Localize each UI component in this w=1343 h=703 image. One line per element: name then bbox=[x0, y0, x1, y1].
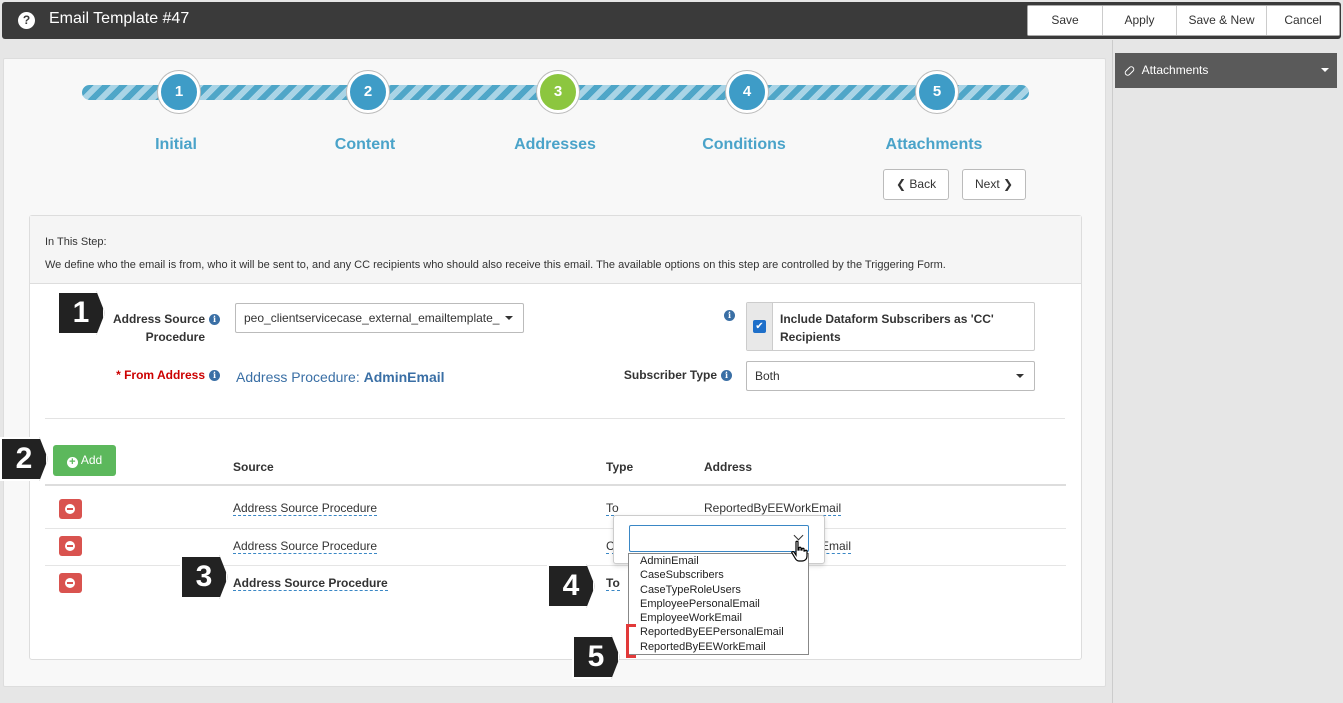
remove-row-button[interactable] bbox=[59, 499, 82, 519]
row-address[interactable]: Email bbox=[821, 539, 852, 554]
wizard-step-3-circle[interactable]: 3 bbox=[537, 71, 579, 113]
minus-circle-icon bbox=[65, 578, 75, 588]
section-divider bbox=[45, 418, 1065, 419]
callout-1: 1 bbox=[57, 291, 105, 335]
right-panel: Attachments bbox=[1112, 40, 1343, 703]
address-source-label-line1: Address Source bbox=[112, 312, 205, 326]
dropdown-option[interactable]: CaseSubscribers bbox=[629, 568, 808, 582]
callout-2: 2 bbox=[0, 437, 48, 481]
chevron-left-icon: ❮ bbox=[896, 177, 907, 191]
row-address[interactable]: ReportedByEEWorkEmail bbox=[704, 501, 842, 516]
add-button[interactable]: + Add bbox=[53, 445, 116, 476]
wizard-step-1-circle[interactable]: 1 bbox=[158, 71, 200, 113]
next-button[interactable]: Next ❯ bbox=[962, 169, 1027, 200]
wizard-step-4-circle[interactable]: 4 bbox=[726, 71, 768, 113]
highlight-bracket bbox=[626, 624, 636, 658]
subscriber-type-value: Both bbox=[755, 369, 780, 383]
save-button[interactable]: Save bbox=[1028, 6, 1103, 35]
column-header-source: Source bbox=[233, 460, 274, 474]
dropdown-option[interactable]: CaseTypeRoleUsers bbox=[629, 583, 808, 597]
row-type[interactable]: To bbox=[606, 501, 619, 516]
row-divider bbox=[45, 528, 1066, 529]
cc-checkbox[interactable]: ✔ bbox=[753, 320, 766, 333]
row-type[interactable]: To bbox=[606, 576, 620, 591]
cc-subscribers-label: Include Dataform Subscribers as 'CC' Rec… bbox=[780, 312, 994, 344]
cc-checkbox-area[interactable]: ✔ bbox=[747, 303, 773, 350]
address-source-select[interactable]: peo_clientservicecase_external_emailtemp… bbox=[235, 303, 524, 333]
column-header-address: Address bbox=[704, 460, 753, 474]
info-icon[interactable]: i bbox=[721, 370, 732, 381]
address-select[interactable] bbox=[629, 525, 809, 552]
dropdown-option[interactable]: ReportedByEEWorkEmail bbox=[629, 640, 808, 654]
next-button-label: Next bbox=[975, 177, 1000, 191]
wizard-step-2-circle[interactable]: 2 bbox=[347, 71, 389, 113]
cc-subscribers-option[interactable]: ✔ Include Dataform Subscribers as 'CC' R… bbox=[746, 302, 1035, 351]
apply-button[interactable]: Apply bbox=[1103, 6, 1177, 35]
caret-down-icon bbox=[1321, 68, 1329, 72]
dropdown-option[interactable]: AdminEmail bbox=[629, 554, 808, 568]
wizard-step-5-circle[interactable]: 5 bbox=[916, 71, 958, 113]
remove-row-button[interactable] bbox=[59, 573, 82, 593]
subscriber-type-select[interactable]: Both bbox=[746, 361, 1035, 391]
plus-circle-icon: + bbox=[66, 457, 78, 468]
caret-down-icon bbox=[505, 316, 513, 320]
chevron-down-icon bbox=[793, 530, 804, 541]
wizard-step-3-label[interactable]: Addresses bbox=[485, 136, 625, 154]
callout-3: 3 bbox=[180, 555, 228, 599]
callout-4: 4 bbox=[547, 564, 595, 608]
cancel-button[interactable]: Cancel bbox=[1267, 6, 1339, 35]
dropdown-option[interactable]: EmployeeWorkEmail bbox=[629, 611, 808, 625]
info-icon[interactable]: i bbox=[209, 370, 220, 381]
chevron-right-icon: ❯ bbox=[1003, 177, 1014, 191]
add-button-label: Add bbox=[80, 453, 103, 467]
hand-cursor-icon bbox=[791, 540, 808, 562]
wizard-step-4-label[interactable]: Conditions bbox=[674, 136, 814, 154]
toolbar: Save Apply Save & New Cancel bbox=[1027, 5, 1340, 36]
minus-circle-icon bbox=[65, 541, 75, 551]
table-header-divider bbox=[45, 484, 1066, 486]
info-icon[interactable]: i bbox=[724, 310, 735, 321]
callout-5: 5 bbox=[572, 635, 620, 679]
save-and-new-button[interactable]: Save & New bbox=[1177, 6, 1267, 35]
from-address-prefix: Address Procedure: bbox=[236, 369, 360, 385]
back-button[interactable]: ❮ Back bbox=[883, 169, 950, 200]
subscriber-type-label-text: Subscriber Type bbox=[623, 368, 717, 382]
step-info-description: We define who the email is from, who it … bbox=[45, 259, 946, 271]
title-bar: ? Email Template #47 Save Apply Save & N… bbox=[2, 2, 1341, 39]
row-source[interactable]: Address Source Procedure bbox=[233, 501, 378, 516]
attachments-panel-label: Attachments bbox=[1141, 63, 1209, 77]
dropdown-option[interactable]: EmployeePersonalEmail bbox=[629, 597, 808, 611]
address-source-label-line2: Procedure bbox=[145, 330, 205, 344]
address-source-label: Address Source i Procedure bbox=[100, 310, 220, 346]
from-address-label-text: * From Address bbox=[116, 368, 205, 382]
wizard-step-1-label[interactable]: Initial bbox=[106, 136, 246, 154]
row-source[interactable]: Address Source Procedure bbox=[233, 539, 378, 554]
subscriber-type-label: Subscriber Type i bbox=[590, 368, 732, 382]
from-address-label: * From Address i bbox=[90, 368, 220, 382]
attachments-panel-header[interactable]: Attachments bbox=[1115, 53, 1337, 88]
window-title: Email Template #47 bbox=[49, 10, 190, 27]
from-address-procedure: AdminEmail bbox=[363, 369, 445, 385]
dropdown-option[interactable]: ReportedByEEPersonalEmail bbox=[629, 625, 808, 639]
help-icon[interactable]: ? bbox=[18, 12, 35, 29]
step-info-title: In This Step: bbox=[45, 236, 107, 248]
remove-row-button[interactable] bbox=[59, 536, 82, 556]
step-info: In This Step: We define who the email is… bbox=[30, 216, 1081, 284]
address-dropdown-list: AdminEmail CaseSubscribers CaseTypeRoleU… bbox=[628, 553, 809, 655]
wizard-step-2-label[interactable]: Content bbox=[295, 136, 435, 154]
row-source[interactable]: Address Source Procedure bbox=[233, 576, 388, 591]
from-address-value[interactable]: Address Procedure: AdminEmail bbox=[236, 369, 445, 385]
minus-circle-icon bbox=[65, 504, 75, 514]
info-icon[interactable]: i bbox=[209, 314, 220, 325]
address-source-value: peo_clientservicecase_external_emailtemp… bbox=[244, 311, 500, 325]
caret-down-icon bbox=[1016, 374, 1024, 378]
back-button-label: Back bbox=[909, 177, 937, 191]
paperclip-icon bbox=[1123, 64, 1136, 77]
column-header-type: Type bbox=[606, 460, 634, 474]
wizard-step-5-label[interactable]: Attachments bbox=[864, 136, 1004, 154]
